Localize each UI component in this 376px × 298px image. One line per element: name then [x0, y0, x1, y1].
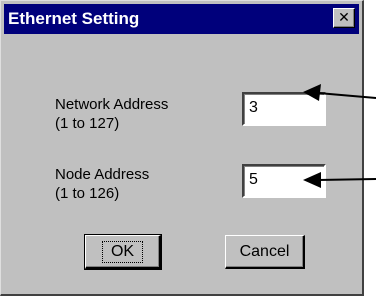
network-address-field[interactable]: 3 [242, 92, 326, 126]
node-address-range: (1 to 126) [55, 185, 120, 202]
node-address-label: Node Address (1 to 126) [55, 165, 149, 203]
network-address-label-text: Network Address [55, 96, 169, 113]
close-icon: ✕ [338, 10, 350, 26]
node-address-label-text: Node Address [55, 166, 150, 183]
screenshot-canvas: Ethernet Setting ✕ Network Address (1 to… [0, 0, 376, 298]
close-button[interactable]: ✕ [333, 8, 355, 28]
title-bar[interactable]: Ethernet Setting ✕ [4, 4, 359, 34]
ethernet-setting-dialog: Ethernet Setting ✕ Network Address (1 to… [0, 0, 364, 296]
cancel-button-label: Cancel [239, 242, 290, 260]
cancel-button[interactable]: Cancel [225, 235, 305, 269]
dialog-title: Ethernet Setting [8, 9, 140, 28]
ok-button[interactable]: OK [84, 234, 162, 270]
network-address-label: Network Address (1 to 127) [55, 95, 168, 133]
ok-button-label: OK [101, 240, 144, 263]
network-address-range: (1 to 127) [55, 115, 120, 132]
node-address-field[interactable]: 5 [242, 164, 326, 198]
